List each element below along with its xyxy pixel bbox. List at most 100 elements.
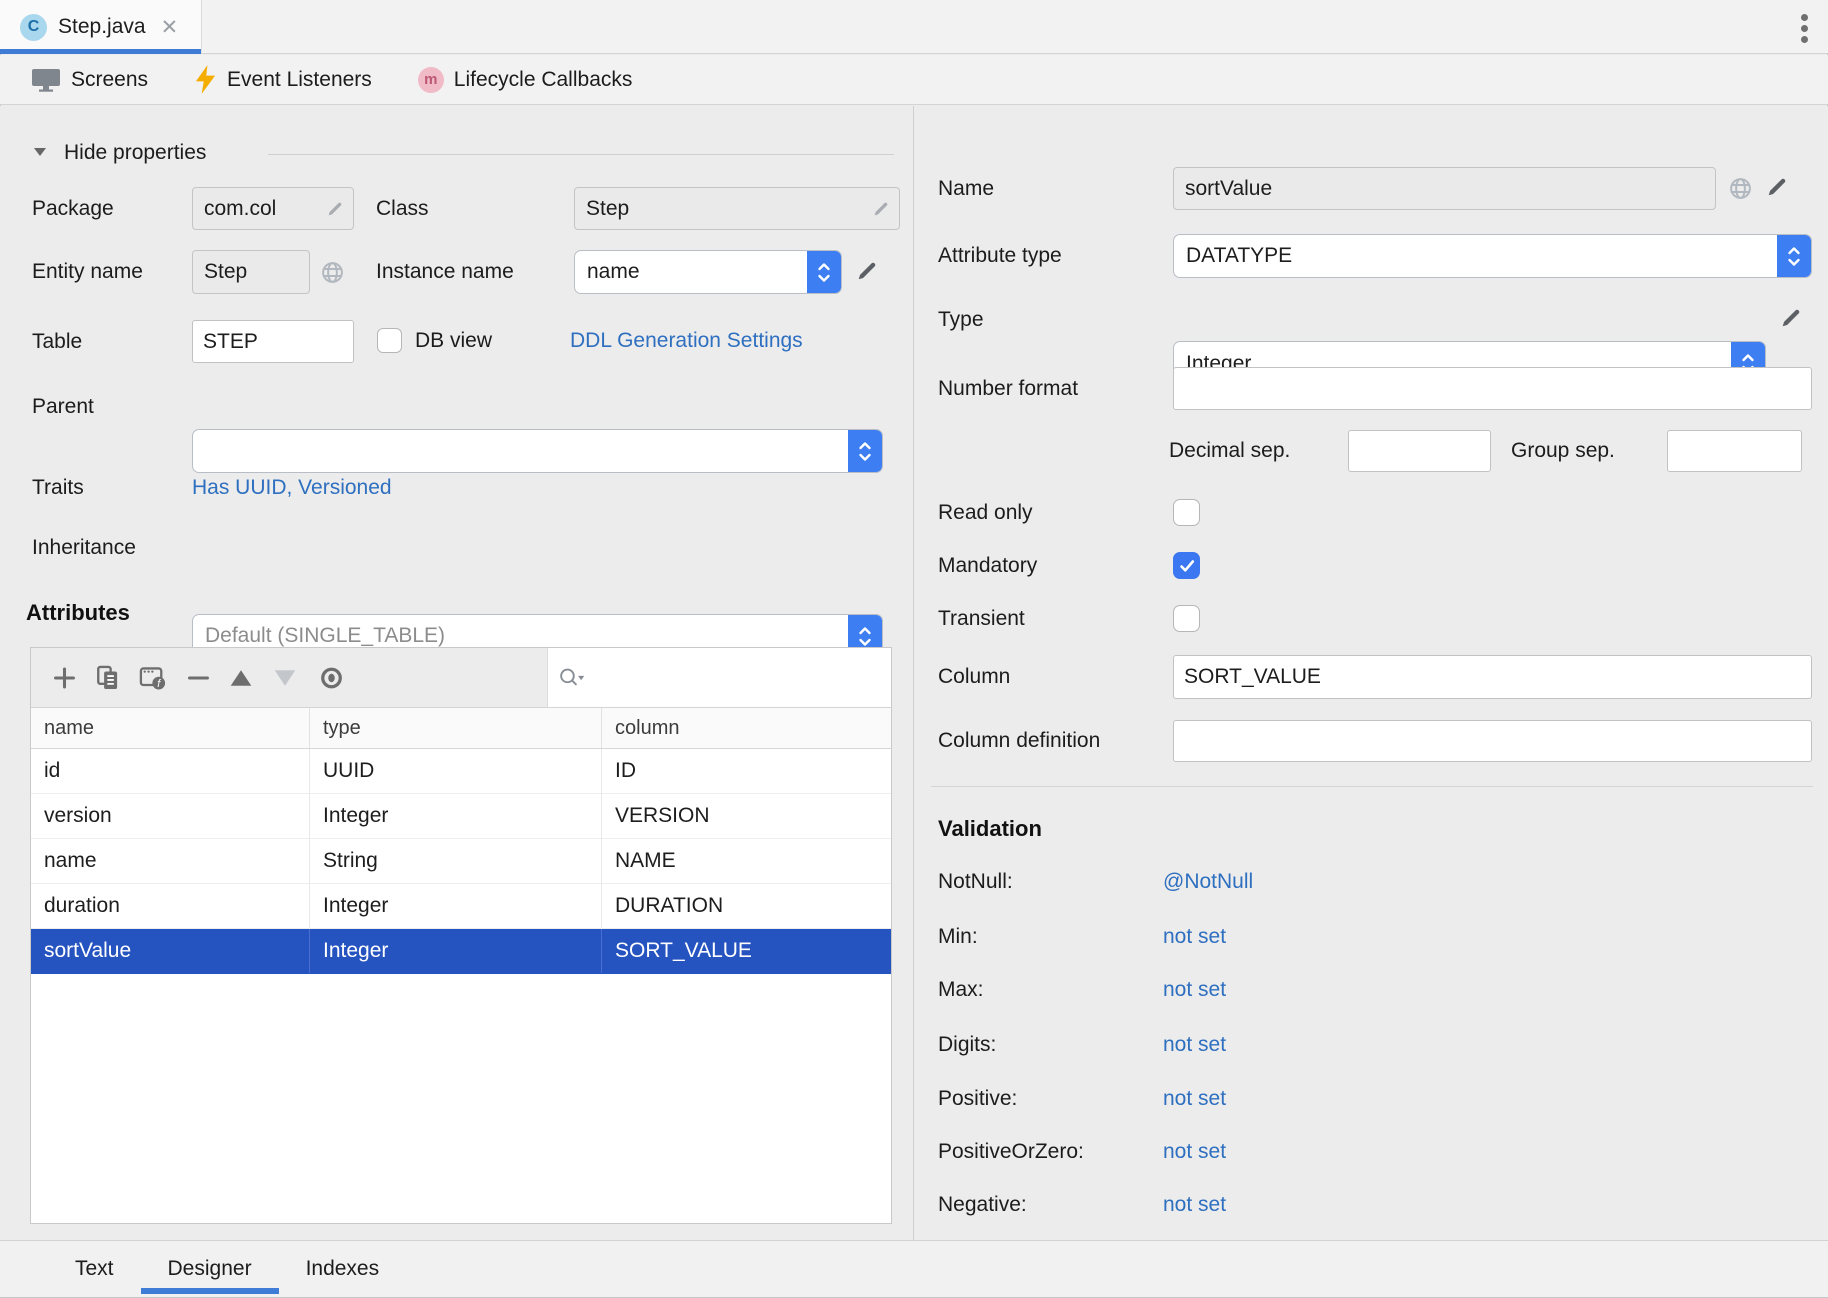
section-divider bbox=[268, 154, 894, 155]
table-row[interactable]: sortValue Integer SORT_VALUE bbox=[31, 929, 891, 974]
edit-pencil-icon[interactable] bbox=[1778, 305, 1804, 331]
screens-button[interactable]: Screens bbox=[31, 67, 148, 92]
table-row[interactable]: name String NAME bbox=[31, 839, 891, 884]
number-format-input[interactable] bbox=[1173, 367, 1812, 410]
validation-row: Max: not set bbox=[915, 976, 1815, 1004]
bottom-tab-label: Indexes bbox=[306, 1257, 380, 1281]
entity-name-field[interactable]: Step bbox=[192, 250, 310, 294]
copy-attribute-button[interactable] bbox=[95, 665, 121, 691]
transient-checkbox[interactable] bbox=[1173, 605, 1200, 632]
validation-value-link[interactable]: not set bbox=[1163, 1193, 1226, 1217]
cell-column[interactable]: SORT_VALUE bbox=[602, 929, 891, 973]
cell-column[interactable]: VERSION bbox=[602, 794, 891, 838]
validation-row: Digits: not set bbox=[915, 1031, 1815, 1059]
validation-value-link[interactable]: not set bbox=[1163, 925, 1226, 949]
close-icon[interactable]: ✕ bbox=[161, 17, 179, 38]
instance-name-combo[interactable]: name bbox=[574, 250, 842, 294]
class-label: Class bbox=[376, 187, 429, 230]
traits-link[interactable]: Has UUID, Versioned bbox=[192, 474, 392, 501]
cell-column[interactable]: ID bbox=[602, 749, 891, 793]
validation-row: PositiveOrZero: not set bbox=[915, 1138, 1815, 1166]
editor-tab-bar: C Step.java ✕ bbox=[0, 0, 1828, 54]
validation-label: Negative: bbox=[938, 1193, 1027, 1217]
bottom-tab-indexes[interactable]: Indexes bbox=[279, 1241, 407, 1297]
cell-name[interactable]: version bbox=[31, 794, 310, 838]
column-header-name[interactable]: name bbox=[31, 708, 310, 748]
validation-value-link[interactable]: not set bbox=[1163, 1033, 1226, 1057]
validation-value-link[interactable]: not set bbox=[1163, 1087, 1226, 1111]
group-sep-input[interactable] bbox=[1667, 430, 1802, 472]
edit-pencil-icon[interactable] bbox=[854, 258, 880, 284]
combo-spinner-icon[interactable] bbox=[1777, 235, 1811, 277]
cell-type[interactable]: Integer bbox=[310, 794, 602, 838]
validation-value-link[interactable]: not set bbox=[1163, 1140, 1226, 1164]
decimal-sep-input[interactable] bbox=[1348, 430, 1491, 472]
edit-pencil-icon[interactable] bbox=[871, 199, 891, 219]
column-header-column[interactable]: column bbox=[602, 708, 891, 748]
validation-row: NotNull: @NotNull bbox=[915, 868, 1815, 896]
db-view-label[interactable]: DB view bbox=[415, 328, 492, 353]
table-row[interactable]: duration Integer DURATION bbox=[31, 884, 891, 929]
cell-type[interactable]: UUID bbox=[310, 749, 602, 793]
globe-icon[interactable] bbox=[320, 260, 345, 285]
search-icon[interactable] bbox=[558, 666, 585, 690]
bottom-tab-label: Designer bbox=[168, 1257, 252, 1281]
screens-monitor-icon bbox=[31, 67, 61, 92]
column-definition-input[interactable] bbox=[1173, 720, 1812, 762]
move-down-button[interactable] bbox=[273, 669, 297, 687]
mandatory-checkbox[interactable] bbox=[1173, 552, 1200, 579]
package-field[interactable]: com.col bbox=[192, 187, 354, 230]
db-view-checkbox[interactable] bbox=[377, 328, 402, 353]
search-input[interactable] bbox=[585, 648, 891, 707]
column-header-type[interactable]: type bbox=[310, 708, 602, 748]
combo-spinner-icon[interactable] bbox=[848, 430, 882, 472]
cell-column[interactable]: DURATION bbox=[602, 884, 891, 928]
move-up-button[interactable] bbox=[229, 669, 253, 687]
add-attribute-button[interactable] bbox=[53, 666, 76, 689]
validation-label: PositiveOrZero: bbox=[938, 1140, 1084, 1164]
edit-pencil-icon[interactable] bbox=[1764, 174, 1790, 200]
bottom-tab-text[interactable]: Text bbox=[48, 1241, 141, 1297]
tab-step-java[interactable]: C Step.java ✕ bbox=[0, 0, 202, 54]
ddl-generation-settings-link[interactable]: DDL Generation Settings bbox=[570, 328, 803, 353]
attributes-table-header[interactable]: name type column bbox=[31, 708, 891, 749]
cell-column[interactable]: NAME bbox=[602, 839, 891, 883]
cell-name[interactable]: sortValue bbox=[31, 929, 310, 973]
class-field[interactable]: Step bbox=[574, 187, 900, 230]
validation-value-link[interactable]: not set bbox=[1163, 978, 1226, 1002]
validation-label: NotNull: bbox=[938, 870, 1013, 894]
inheritance-label: Inheritance bbox=[32, 526, 136, 570]
collapse-triangle-icon[interactable] bbox=[33, 147, 47, 157]
table-name-input[interactable] bbox=[192, 320, 354, 363]
kebab-menu-icon[interactable] bbox=[1799, 12, 1810, 45]
cell-name[interactable]: duration bbox=[31, 884, 310, 928]
validation-label: Max: bbox=[938, 978, 984, 1002]
attributes-search-field[interactable] bbox=[547, 648, 891, 707]
cell-type[interactable]: String bbox=[310, 839, 602, 883]
edit-pencil-icon[interactable] bbox=[325, 199, 345, 219]
parent-combo[interactable] bbox=[192, 429, 883, 473]
cell-name[interactable]: id bbox=[31, 749, 310, 793]
event-listeners-button[interactable]: Event Listeners bbox=[194, 65, 372, 94]
column-input[interactable] bbox=[1173, 655, 1812, 699]
table-row[interactable]: version Integer VERSION bbox=[31, 794, 891, 839]
parent-label: Parent bbox=[32, 385, 94, 429]
validation-value-link[interactable]: @NotNull bbox=[1163, 870, 1253, 894]
combo-spinner-icon[interactable] bbox=[807, 251, 841, 293]
bottom-tab-designer[interactable]: Designer bbox=[141, 1241, 279, 1297]
attr-name-field[interactable]: sortValue bbox=[1173, 167, 1716, 210]
hide-properties-toggle[interactable]: Hide properties bbox=[64, 140, 206, 166]
lifecycle-callbacks-button[interactable]: m Lifecycle Callbacks bbox=[418, 67, 633, 93]
table-row[interactable]: id UUID ID bbox=[31, 749, 891, 794]
remove-attribute-button[interactable] bbox=[187, 666, 210, 689]
cell-type[interactable]: Integer bbox=[310, 884, 602, 928]
view-attribute-button[interactable] bbox=[319, 665, 344, 690]
globe-icon[interactable] bbox=[1728, 176, 1753, 201]
lightning-icon bbox=[194, 65, 217, 94]
cell-type[interactable]: Integer bbox=[310, 929, 602, 973]
read-only-checkbox[interactable] bbox=[1173, 499, 1200, 526]
attribute-type-combo[interactable]: DATATYPE bbox=[1173, 234, 1812, 278]
cell-name[interactable]: name bbox=[31, 839, 310, 883]
create-dto-button[interactable]: f bbox=[139, 665, 167, 691]
entity-name-label: Entity name bbox=[32, 250, 143, 294]
